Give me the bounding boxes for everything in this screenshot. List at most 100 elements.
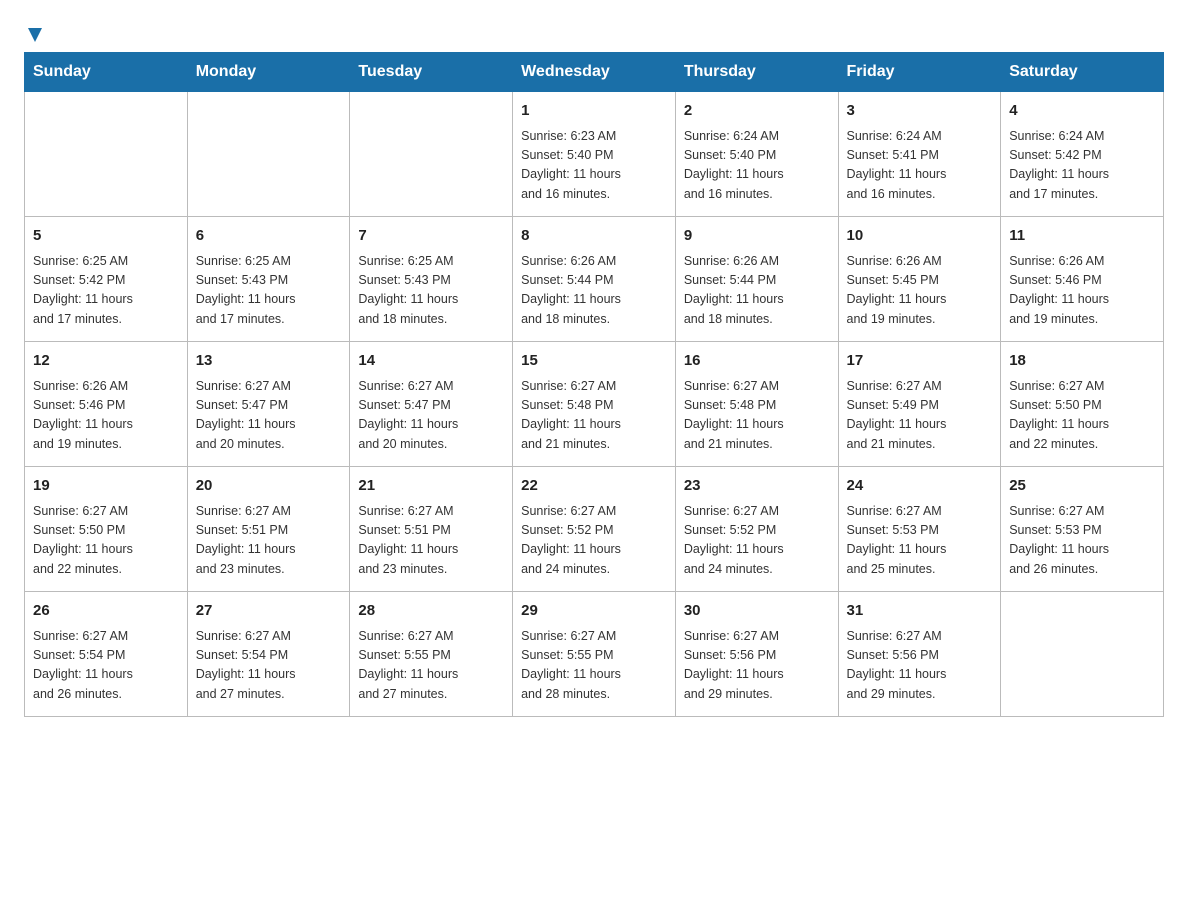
calendar-day-30: 30 Sunrise: 6:27 AMSunset: 5:56 PMDayligh… <box>675 592 838 717</box>
day-number: 21 <box>358 475 504 498</box>
day-number: 19 <box>33 475 179 498</box>
calendar-day-1: 1 Sunrise: 6:23 AMSunset: 5:40 PMDaylight… <box>513 92 676 217</box>
day-info: Sunrise: 6:27 AMSunset: 5:51 PMDaylight:… <box>358 502 504 580</box>
weekday-header-sunday: Sunday <box>25 53 188 92</box>
calendar-week-1: 1 Sunrise: 6:23 AMSunset: 5:40 PMDaylight… <box>25 92 1164 217</box>
day-number: 18 <box>1009 350 1155 373</box>
weekday-header-friday: Friday <box>838 53 1001 92</box>
day-number: 2 <box>684 100 830 123</box>
calendar-day-19: 19 Sunrise: 6:27 AMSunset: 5:50 PMDayligh… <box>25 467 188 592</box>
calendar-day-21: 21 Sunrise: 6:27 AMSunset: 5:51 PMDayligh… <box>350 467 513 592</box>
day-number: 23 <box>684 475 830 498</box>
calendar-week-2: 5 Sunrise: 6:25 AMSunset: 5:42 PMDaylight… <box>25 217 1164 342</box>
page-header <box>0 0 1188 52</box>
calendar-day-3: 3 Sunrise: 6:24 AMSunset: 5:41 PMDaylight… <box>838 92 1001 217</box>
calendar-day-17: 17 Sunrise: 6:27 AMSunset: 5:49 PMDayligh… <box>838 342 1001 467</box>
day-number: 10 <box>847 225 993 248</box>
day-number: 24 <box>847 475 993 498</box>
weekday-header-tuesday: Tuesday <box>350 53 513 92</box>
day-info: Sunrise: 6:27 AMSunset: 5:52 PMDaylight:… <box>521 502 667 580</box>
day-number: 3 <box>847 100 993 123</box>
calendar-day-13: 13 Sunrise: 6:27 AMSunset: 5:47 PMDayligh… <box>187 342 350 467</box>
calendar-day-24: 24 Sunrise: 6:27 AMSunset: 5:53 PMDayligh… <box>838 467 1001 592</box>
day-info: Sunrise: 6:27 AMSunset: 5:50 PMDaylight:… <box>1009 377 1155 455</box>
day-info: Sunrise: 6:24 AMSunset: 5:40 PMDaylight:… <box>684 127 830 205</box>
calendar-day-22: 22 Sunrise: 6:27 AMSunset: 5:52 PMDayligh… <box>513 467 676 592</box>
day-info: Sunrise: 6:27 AMSunset: 5:54 PMDaylight:… <box>33 627 179 705</box>
calendar-day-31: 31Sunrise: 6:27 AMSunset: 5:56 PMDayligh… <box>838 592 1001 717</box>
calendar-day-6: 6 Sunrise: 6:25 AMSunset: 5:43 PMDaylight… <box>187 217 350 342</box>
day-info: Sunrise: 6:27 AMSunset: 5:56 PMDaylight:… <box>684 627 830 705</box>
day-info: Sunrise: 6:27 AMSunset: 5:50 PMDaylight:… <box>33 502 179 580</box>
day-info: Sunrise: 6:27 AMSunset: 5:54 PMDaylight:… <box>196 627 342 705</box>
day-info: Sunrise: 6:27 AMSunset: 5:51 PMDaylight:… <box>196 502 342 580</box>
day-number: 28 <box>358 600 504 623</box>
calendar-day-20: 20 Sunrise: 6:27 AMSunset: 5:51 PMDayligh… <box>187 467 350 592</box>
calendar-day-25: 25 Sunrise: 6:27 AMSunset: 5:53 PMDayligh… <box>1001 467 1164 592</box>
day-info: Sunrise: 6:24 AMSunset: 5:41 PMDaylight:… <box>847 127 993 205</box>
day-info: Sunrise: 6:27 AMSunset: 5:53 PMDaylight:… <box>847 502 993 580</box>
calendar-week-4: 19 Sunrise: 6:27 AMSunset: 5:50 PMDayligh… <box>25 467 1164 592</box>
day-number: 22 <box>521 475 667 498</box>
weekday-header-saturday: Saturday <box>1001 53 1164 92</box>
calendar-week-5: 26 Sunrise: 6:27 AMSunset: 5:54 PMDayligh… <box>25 592 1164 717</box>
day-number: 4 <box>1009 100 1155 123</box>
day-info: Sunrise: 6:27 AMSunset: 5:52 PMDaylight:… <box>684 502 830 580</box>
weekday-header-thursday: Thursday <box>675 53 838 92</box>
calendar-day-10: 10Sunrise: 6:26 AMSunset: 5:45 PMDayligh… <box>838 217 1001 342</box>
day-number: 5 <box>33 225 179 248</box>
calendar-day-5: 5 Sunrise: 6:25 AMSunset: 5:42 PMDaylight… <box>25 217 188 342</box>
day-info: Sunrise: 6:27 AMSunset: 5:49 PMDaylight:… <box>847 377 993 455</box>
calendar-day-7: 7 Sunrise: 6:25 AMSunset: 5:43 PMDaylight… <box>350 217 513 342</box>
calendar-day-12: 12Sunrise: 6:26 AMSunset: 5:46 PMDayligh… <box>25 342 188 467</box>
day-info: Sunrise: 6:26 AMSunset: 5:46 PMDaylight:… <box>33 377 179 455</box>
day-number: 31 <box>847 600 993 623</box>
calendar-header-row: SundayMondayTuesdayWednesdayThursdayFrid… <box>25 53 1164 92</box>
day-info: Sunrise: 6:25 AMSunset: 5:43 PMDaylight:… <box>358 252 504 330</box>
day-info: Sunrise: 6:27 AMSunset: 5:48 PMDaylight:… <box>521 377 667 455</box>
day-info: Sunrise: 6:26 AMSunset: 5:44 PMDaylight:… <box>684 252 830 330</box>
day-number: 13 <box>196 350 342 373</box>
day-number: 29 <box>521 600 667 623</box>
day-number: 6 <box>196 225 342 248</box>
calendar-day-9: 9 Sunrise: 6:26 AMSunset: 5:44 PMDaylight… <box>675 217 838 342</box>
day-number: 25 <box>1009 475 1155 498</box>
day-info: Sunrise: 6:27 AMSunset: 5:48 PMDaylight:… <box>684 377 830 455</box>
day-number: 9 <box>684 225 830 248</box>
calendar-day-2: 2 Sunrise: 6:24 AMSunset: 5:40 PMDaylight… <box>675 92 838 217</box>
day-number: 17 <box>847 350 993 373</box>
day-info: Sunrise: 6:23 AMSunset: 5:40 PMDaylight:… <box>521 127 667 205</box>
day-number: 16 <box>684 350 830 373</box>
logo-arrow-icon <box>24 24 46 46</box>
day-number: 26 <box>33 600 179 623</box>
day-number: 27 <box>196 600 342 623</box>
day-info: Sunrise: 6:27 AMSunset: 5:55 PMDaylight:… <box>521 627 667 705</box>
calendar-empty-cell <box>25 92 188 217</box>
day-number: 14 <box>358 350 504 373</box>
day-number: 7 <box>358 225 504 248</box>
day-number: 15 <box>521 350 667 373</box>
calendar-day-18: 18 Sunrise: 6:27 AMSunset: 5:50 PMDayligh… <box>1001 342 1164 467</box>
day-info: Sunrise: 6:27 AMSunset: 5:47 PMDaylight:… <box>196 377 342 455</box>
day-info: Sunrise: 6:26 AMSunset: 5:46 PMDaylight:… <box>1009 252 1155 330</box>
day-info: Sunrise: 6:26 AMSunset: 5:44 PMDaylight:… <box>521 252 667 330</box>
calendar-table: SundayMondayTuesdayWednesdayThursdayFrid… <box>24 52 1164 717</box>
calendar-day-15: 15 Sunrise: 6:27 AMSunset: 5:48 PMDayligh… <box>513 342 676 467</box>
day-info: Sunrise: 6:25 AMSunset: 5:43 PMDaylight:… <box>196 252 342 330</box>
calendar-day-29: 29 Sunrise: 6:27 AMSunset: 5:55 PMDayligh… <box>513 592 676 717</box>
day-info: Sunrise: 6:25 AMSunset: 5:42 PMDaylight:… <box>33 252 179 330</box>
day-number: 30 <box>684 600 830 623</box>
day-number: 11 <box>1009 225 1155 248</box>
calendar-day-27: 27 Sunrise: 6:27 AMSunset: 5:54 PMDayligh… <box>187 592 350 717</box>
day-info: Sunrise: 6:27 AMSunset: 5:47 PMDaylight:… <box>358 377 504 455</box>
calendar-empty-cell <box>350 92 513 217</box>
calendar-day-16: 16 Sunrise: 6:27 AMSunset: 5:48 PMDayligh… <box>675 342 838 467</box>
calendar-day-28: 28 Sunrise: 6:27 AMSunset: 5:55 PMDayligh… <box>350 592 513 717</box>
day-number: 20 <box>196 475 342 498</box>
weekday-header-monday: Monday <box>187 53 350 92</box>
day-number: 1 <box>521 100 667 123</box>
day-info: Sunrise: 6:27 AMSunset: 5:53 PMDaylight:… <box>1009 502 1155 580</box>
calendar-day-8: 8Sunrise: 6:26 AMSunset: 5:44 PMDaylight… <box>513 217 676 342</box>
weekday-header-wednesday: Wednesday <box>513 53 676 92</box>
day-info: Sunrise: 6:27 AMSunset: 5:55 PMDaylight:… <box>358 627 504 705</box>
